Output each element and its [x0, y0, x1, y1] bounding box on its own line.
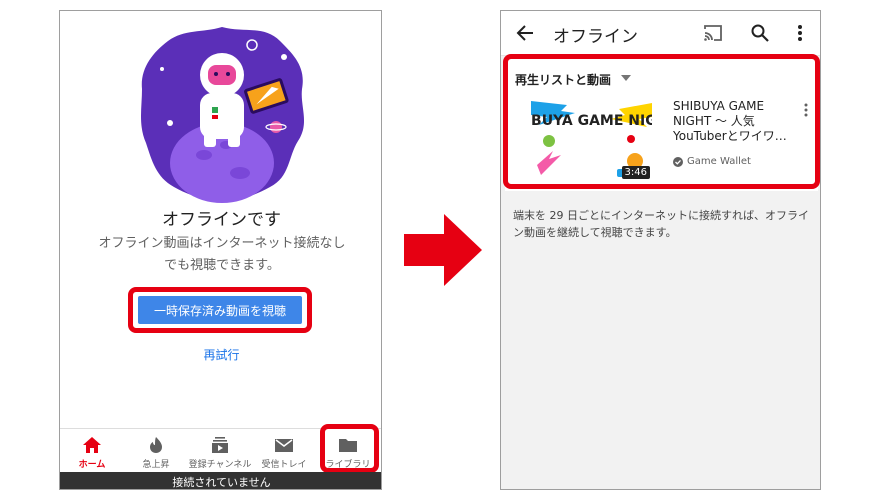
back-arrow-icon[interactable] — [515, 23, 535, 43]
offline-message: オフライン動画はインターネット接続なしでも視聴できます。 — [98, 236, 346, 273]
mail-icon — [275, 439, 293, 452]
nav-item-inbox[interactable]: 受信トレイ — [252, 429, 316, 473]
subscriptions-icon — [212, 437, 228, 453]
highlight-box-watch-button — [128, 287, 312, 333]
home-icon — [83, 437, 101, 453]
offline-title: オフラインです — [162, 210, 281, 230]
nav-label-inbox: 受信トレイ — [261, 460, 307, 470]
cast-icon[interactable] — [703, 23, 723, 43]
nav-label-home: ホーム — [78, 460, 106, 470]
search-icon[interactable] — [750, 23, 770, 43]
app-bar: オフライン — [501, 11, 820, 56]
nav-item-home[interactable]: ホーム — [60, 429, 124, 473]
more-options-icon[interactable] — [792, 23, 808, 43]
nav-item-trending[interactable]: 急上昇 — [124, 429, 188, 473]
nav-item-subscriptions[interactable]: 登録チャンネル — [188, 429, 252, 473]
retry-link[interactable]: 再試行 — [60, 346, 381, 363]
flame-icon — [150, 437, 162, 453]
astronaut-illustration — [141, 27, 305, 203]
connection-status-bar: 接続されていません — [60, 472, 381, 489]
highlight-box-library — [320, 424, 379, 473]
offline-screen: オフラインです オフライン動画はインターネット接続なしでも視聴できます。 一時保… — [59, 10, 382, 490]
offline-library-screen: オフライン 再生リストと動画 SHIBUYA GAME NIGHT 3:46 S… — [500, 10, 821, 490]
nav-label-subscriptions: 登録チャンネル — [188, 460, 252, 470]
arrow-right-icon — [404, 214, 482, 286]
page-title: オフライン — [553, 27, 638, 47]
highlight-box-video-card — [503, 54, 820, 189]
nav-label-trending: 急上昇 — [142, 460, 170, 470]
offline-renewal-note: 端末を 29 日ごとにインターネットに接続すれば、オフライン動画を継続して視聴で… — [513, 209, 809, 239]
